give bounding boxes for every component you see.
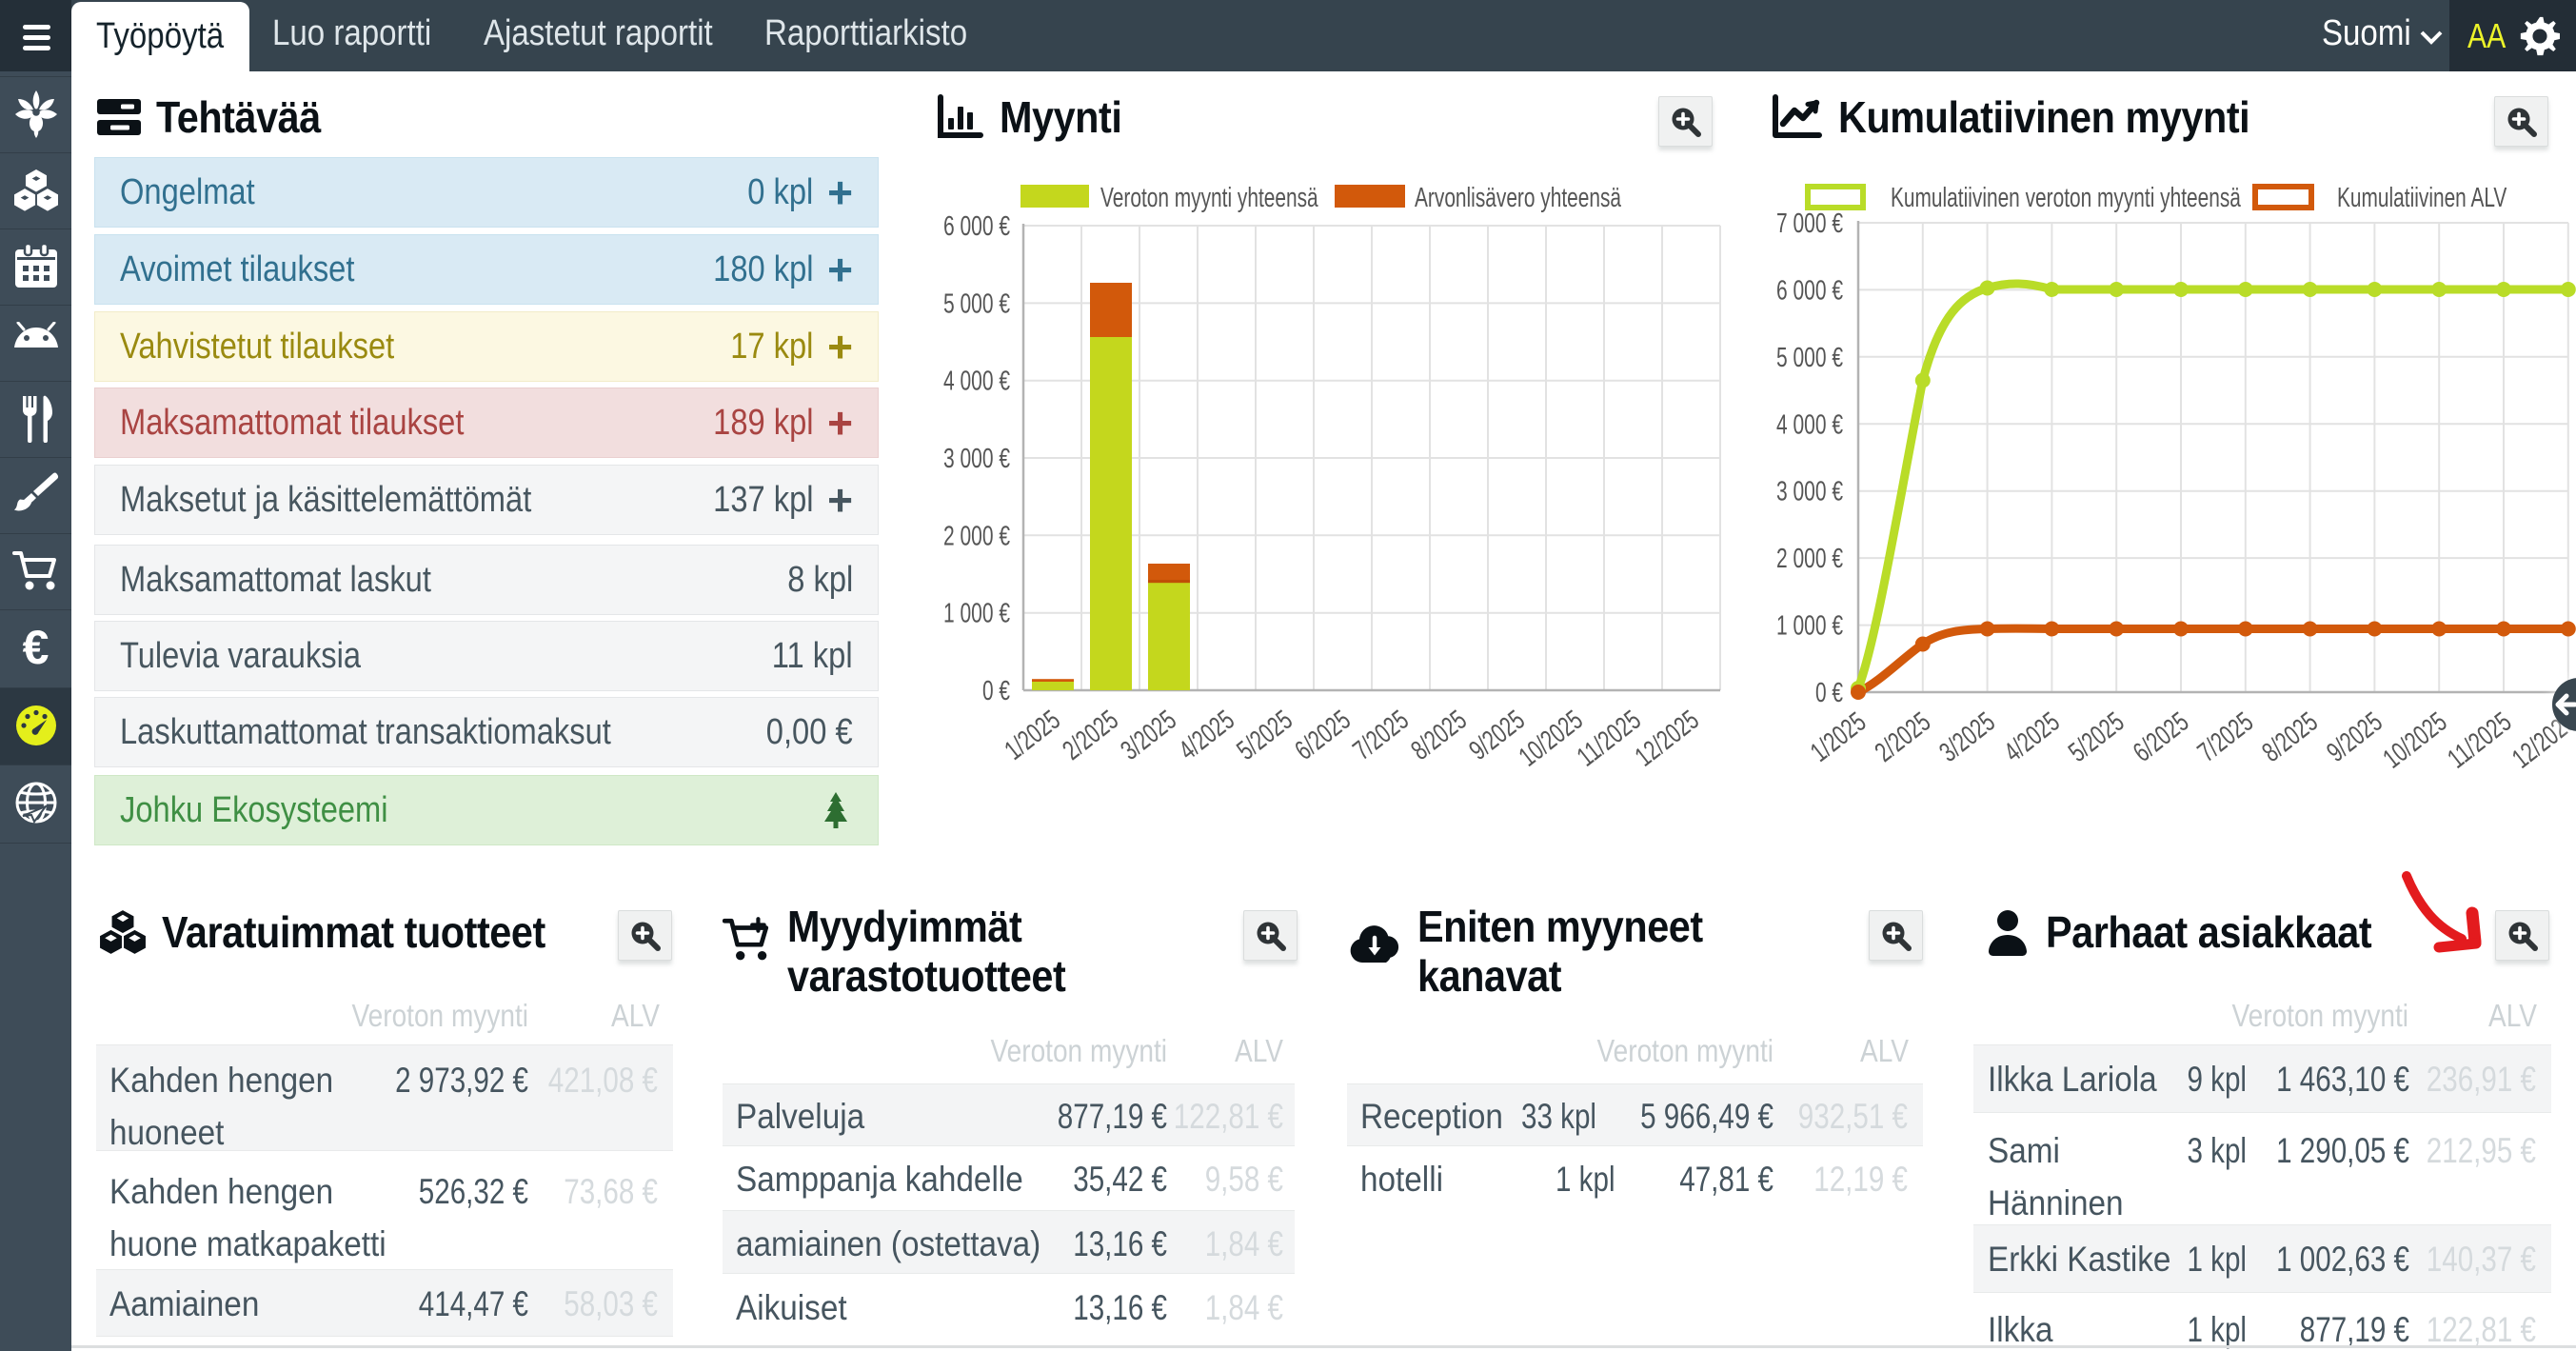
- svg-text:5/2025: 5/2025: [1232, 705, 1298, 766]
- svg-text:11/2025: 11/2025: [2443, 706, 2518, 773]
- svg-text:2/2025: 2/2025: [1870, 706, 1936, 768]
- svg-text:3 000 €: 3 000 €: [943, 444, 1010, 474]
- svg-text:6/2025: 6/2025: [2128, 706, 2194, 768]
- svg-text:5 000 €: 5 000 €: [1776, 343, 1843, 373]
- svg-text:6/2025: 6/2025: [1290, 705, 1357, 766]
- svg-text:4/2025: 4/2025: [1174, 705, 1240, 766]
- svg-text:11/2025: 11/2025: [1572, 705, 1647, 772]
- svg-text:6 000 €: 6 000 €: [943, 211, 1010, 242]
- svg-text:3/2025: 3/2025: [1934, 706, 2001, 768]
- svg-text:7/2025: 7/2025: [1348, 705, 1415, 766]
- svg-text:1 000 €: 1 000 €: [1776, 611, 1843, 642]
- svg-text:0 €: 0 €: [982, 676, 1010, 706]
- svg-text:8/2025: 8/2025: [1406, 705, 1473, 766]
- svg-text:10/2025: 10/2025: [2378, 706, 2453, 773]
- svg-text:3/2025: 3/2025: [1116, 705, 1182, 766]
- svg-text:2 000 €: 2 000 €: [1776, 544, 1843, 574]
- svg-text:2 000 €: 2 000 €: [943, 521, 1010, 551]
- svg-text:1/2025: 1/2025: [1805, 706, 1872, 768]
- svg-text:4 000 €: 4 000 €: [943, 367, 1010, 397]
- svg-text:2/2025: 2/2025: [1058, 705, 1124, 766]
- svg-text:12/2025: 12/2025: [1630, 705, 1705, 772]
- svg-text:9/2025: 9/2025: [2322, 706, 2388, 768]
- svg-text:4/2025: 4/2025: [1999, 706, 2066, 768]
- svg-text:7 000 €: 7 000 €: [1776, 209, 1843, 239]
- svg-text:1 000 €: 1 000 €: [943, 599, 1010, 629]
- svg-text:7/2025: 7/2025: [2192, 706, 2259, 768]
- svg-text:0 €: 0 €: [1815, 678, 1843, 708]
- svg-text:5 000 €: 5 000 €: [943, 288, 1010, 319]
- svg-text:10/2025: 10/2025: [1514, 705, 1589, 772]
- svg-text:3 000 €: 3 000 €: [1776, 477, 1843, 507]
- svg-text:1/2025: 1/2025: [1000, 705, 1066, 766]
- svg-text:5/2025: 5/2025: [2063, 706, 2130, 768]
- svg-text:6 000 €: 6 000 €: [1776, 275, 1843, 306]
- svg-text:4 000 €: 4 000 €: [1776, 409, 1843, 440]
- svg-text:8/2025: 8/2025: [2257, 706, 2324, 768]
